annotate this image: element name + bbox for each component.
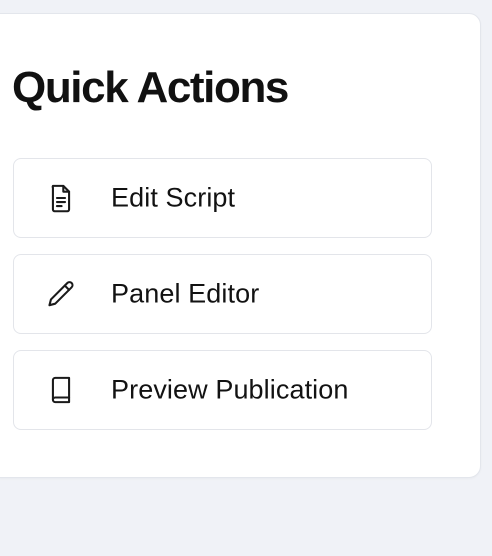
preview-publication-button[interactable]: Preview Publication: [13, 350, 432, 430]
preview-publication-label: Preview Publication: [111, 374, 349, 405]
quick-actions-title: Quick Actions: [12, 63, 289, 112]
panel-editor-button[interactable]: Panel Editor: [13, 254, 432, 334]
pencil-icon: [46, 279, 76, 309]
panel-editor-label: Panel Editor: [111, 278, 260, 309]
book-icon: [46, 375, 76, 405]
edit-script-button[interactable]: Edit Script: [13, 158, 432, 238]
document-icon: [46, 183, 76, 213]
edit-script-label: Edit Script: [111, 182, 236, 213]
